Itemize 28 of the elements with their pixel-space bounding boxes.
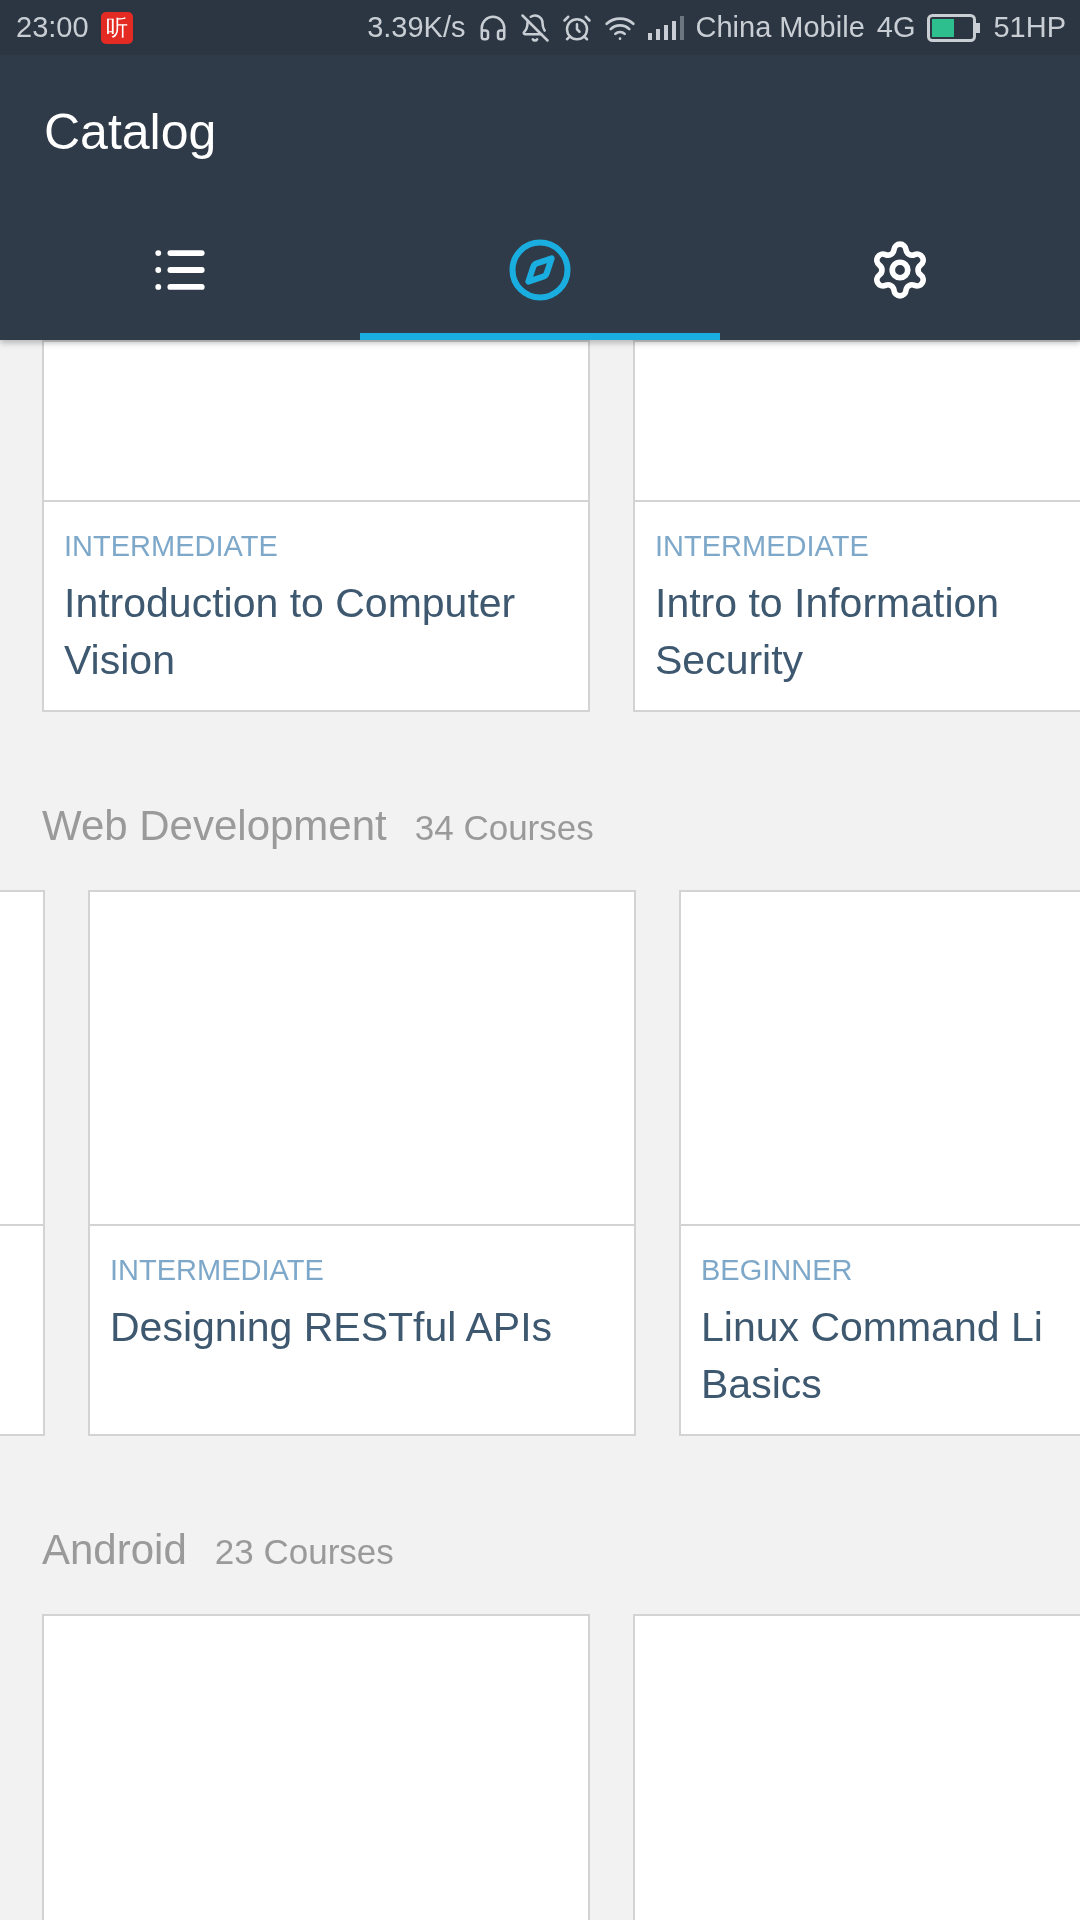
course-title: Linux Command Li Basics — [701, 1303, 1044, 1409]
carrier-name: China Mobile — [695, 11, 865, 44]
course-card[interactable]: BEGINNER Linux Command Li Basics — [679, 890, 1080, 1436]
course-title: Intro to Information Security — [655, 579, 1001, 685]
course-title: Designing RESTful APIs — [110, 1303, 554, 1352]
course-level: INTERMEDIATE — [64, 530, 279, 563]
network-speed: 3.39K/s — [367, 11, 466, 44]
course-card[interactable]: INTERMEDIATE Introduction to Computer Vision — [42, 340, 590, 712]
battery-icon — [927, 13, 982, 42]
course-card[interactable]: INTERMEDIATE Intro to Information Security — [633, 340, 1080, 712]
bell-off-icon — [519, 12, 550, 43]
category-title: Android — [42, 1526, 187, 1574]
course-level: BEGINNER — [701, 1254, 854, 1287]
network-type: 4G — [876, 11, 916, 44]
course-count: 23 Courses — [214, 1532, 394, 1572]
battery-percent: 51HP — [993, 11, 1066, 44]
course-count: 34 Courses — [414, 808, 594, 848]
alarm-clock-icon — [561, 12, 592, 43]
course-level: INTERMEDIATE — [110, 1254, 325, 1287]
app-title: Catalog — [43, 103, 218, 162]
clock-time: 23:00 — [16, 11, 89, 44]
course-title: Introduction to Computer Vision — [64, 579, 517, 685]
course-level: INTERMEDIATE — [655, 530, 870, 563]
compass-icon — [507, 237, 573, 303]
app-badge: 听 — [100, 11, 133, 44]
course-card[interactable]: INTERMEDIATE Designing RESTful APIs — [88, 890, 636, 1436]
signal-icon — [647, 15, 684, 40]
category-title: Web Development — [42, 802, 387, 850]
